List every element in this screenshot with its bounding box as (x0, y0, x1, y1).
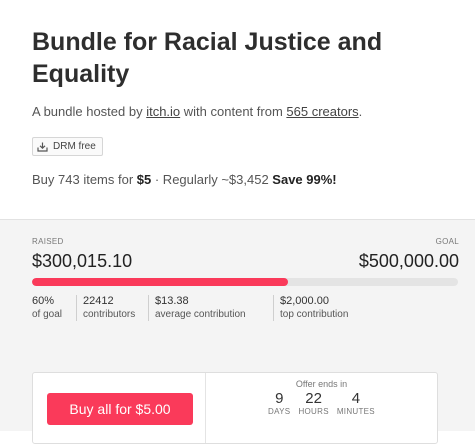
stat-value: 60% (32, 295, 55, 307)
progress-bar (32, 278, 458, 286)
stat-label: contributors (83, 309, 136, 320)
countdown-unit: HOURS (298, 407, 329, 416)
stat-label: of goal (32, 309, 63, 320)
countdown: 9 DAYS 22 HOURS 4 MINUTES (206, 390, 437, 417)
stat-percent: 60% of goal (32, 295, 62, 321)
stat-average: $13.38 average contribution (148, 295, 246, 321)
bundle-header: Bundle for Racial Justice and Equality A… (0, 0, 475, 218)
stat-value: $2,000.00 (280, 295, 329, 307)
page-title: Bundle for Racial Justice and Equality (32, 28, 383, 88)
hosted-by-line: A bundle hosted by itch.io with content … (32, 104, 362, 119)
creators-link[interactable]: 565 creators (286, 104, 358, 119)
buy-price: $5 (136, 172, 152, 187)
countdown-unit: MINUTES (336, 407, 375, 416)
buy-middle: · Regularly ~$3,452 (151, 172, 273, 187)
countdown-unit: DAYS (268, 407, 291, 416)
countdown-value: 22 (305, 390, 322, 407)
buy-prefix: Buy 743 items for (32, 172, 137, 187)
stat-value: 22412 (83, 295, 114, 307)
goal-value: $500,000.00 (358, 251, 459, 271)
progress-bar-fill (32, 278, 288, 286)
stat-contributors: 22412 contributors (76, 295, 135, 321)
countdown-days: 9 DAYS (268, 390, 291, 417)
raised-value: $300,015.10 (32, 251, 133, 271)
countdown-minutes: 4 MINUTES (336, 390, 375, 417)
hosted-suffix: . (358, 104, 363, 119)
host-link[interactable]: itch.io (146, 104, 180, 119)
stat-top: $2,000.00 top contribution (273, 295, 348, 321)
stat-label: average contribution (155, 309, 246, 320)
funding-panel: RAISED GOAL $300,015.10 $500,000.00 60% … (0, 219, 475, 338)
hosted-prefix: A bundle hosted by (32, 104, 147, 119)
countdown-value: 4 (351, 390, 361, 407)
drm-free-badge: DRM free (32, 137, 103, 156)
offer-countdown: Offer ends in 9 DAYS 22 HOURS 4 MINUTES (206, 379, 437, 416)
stat-label: top contribution (280, 309, 349, 320)
hosted-middle: with content from (180, 104, 287, 119)
stat-value: $13.38 (155, 295, 189, 307)
countdown-value: 9 (275, 390, 284, 407)
countdown-hours: 22 HOURS (298, 390, 329, 417)
offer-label: Offer ends in (295, 379, 348, 389)
save-text: Save 99%! (272, 172, 337, 187)
purchase-section: Buy all for $5.00 Offer ends in 9 DAYS 2… (0, 337, 475, 444)
buy-all-button[interactable]: Buy all for $5.00 (47, 393, 193, 425)
goal-label: GOAL (435, 237, 459, 246)
price-summary: Buy 743 items for $5 · Regularly ~$3,452… (32, 172, 337, 187)
raised-label: RAISED (32, 237, 64, 246)
purchase-card: Buy all for $5.00 Offer ends in 9 DAYS 2… (32, 372, 438, 444)
download-tray-icon (37, 142, 48, 152)
drm-label: DRM free (53, 141, 96, 152)
